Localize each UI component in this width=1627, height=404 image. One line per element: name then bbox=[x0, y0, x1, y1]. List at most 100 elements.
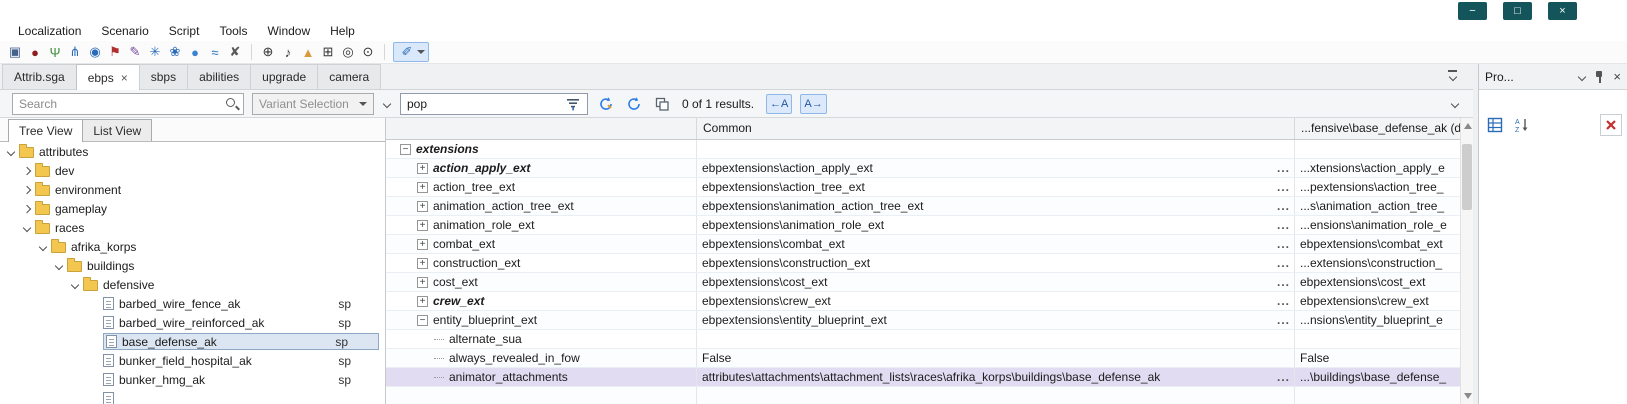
branch-icon[interactable]: ⋔ bbox=[65, 43, 85, 61]
ellipsis-button[interactable]: ... bbox=[1273, 256, 1294, 270]
tree-item[interactable]: barbed_wire_reinforced_ak sp bbox=[0, 313, 385, 332]
chevron-right-icon[interactable] bbox=[23, 185, 31, 193]
property-value-common[interactable]: ebpextensions\animation_role_ext... bbox=[697, 216, 1295, 234]
search-input[interactable] bbox=[19, 97, 225, 111]
grid-row[interactable]: +crew_ext ebpextensions\crew_ext... ebpe… bbox=[386, 292, 1460, 311]
ellipsis-button[interactable]: ... bbox=[1273, 313, 1294, 327]
menu-item-window[interactable]: Window bbox=[257, 22, 320, 40]
chevron-right-icon[interactable] bbox=[23, 204, 31, 212]
ellipsis-button[interactable]: ... bbox=[1273, 199, 1294, 213]
maximize-button[interactable]: □ bbox=[1503, 2, 1532, 20]
menu-item-localization[interactable]: Localization bbox=[8, 22, 91, 40]
tab-attrib-sga[interactable]: Attrib.sga bbox=[2, 64, 77, 89]
chevron-down-icon[interactable] bbox=[23, 223, 31, 231]
expander-icon[interactable]: + bbox=[417, 163, 428, 174]
flower-icon[interactable]: ❀ bbox=[165, 43, 185, 61]
slingshot-icon[interactable]: Ψ bbox=[45, 43, 65, 61]
property-value-common[interactable]: ebpextensions\cost_ext... bbox=[697, 273, 1295, 291]
grid-row-selected[interactable]: animator_attachments attributes\attachme… bbox=[386, 368, 1460, 387]
chevron-down-icon[interactable] bbox=[55, 261, 63, 269]
sync-all-icon[interactable] bbox=[624, 94, 644, 114]
property-value-file[interactable]: False bbox=[1295, 349, 1460, 367]
rings-icon[interactable]: ◎ bbox=[338, 43, 358, 61]
next-result-button[interactable]: A→ bbox=[800, 94, 826, 114]
clear-red-x-button[interactable] bbox=[1600, 114, 1622, 136]
burst-icon[interactable]: ✳ bbox=[145, 43, 165, 61]
expander-icon[interactable]: + bbox=[417, 277, 428, 288]
grid-row[interactable]: −extensions bbox=[386, 140, 1460, 159]
minimize-button[interactable]: − bbox=[1458, 2, 1487, 20]
paint-icon[interactable]: ● bbox=[25, 43, 45, 61]
grid-row[interactable]: alternate_sua bbox=[386, 330, 1460, 349]
expander-icon[interactable]: + bbox=[417, 239, 428, 250]
sync-selection-icon[interactable] bbox=[596, 94, 616, 114]
tree-item[interactable] bbox=[0, 389, 385, 404]
scroll-down-icon[interactable] bbox=[1464, 393, 1472, 399]
tree-item[interactable]: buildings bbox=[0, 256, 385, 275]
grid-row[interactable]: −entity_blueprint_ext ebpextensions\enti… bbox=[386, 311, 1460, 330]
tab-upgrade[interactable]: upgrade bbox=[250, 64, 318, 89]
tree-item[interactable]: defensive bbox=[0, 275, 385, 294]
tree-item[interactable]: bunker_hmg_ak sp bbox=[0, 370, 385, 389]
menu-item-tools[interactable]: Tools bbox=[209, 22, 257, 40]
tab-camera[interactable]: camera bbox=[317, 64, 381, 89]
tree-item[interactable]: dev bbox=[0, 161, 385, 180]
property-value-file[interactable]: ebpextensions\crew_ext bbox=[1295, 292, 1460, 310]
search-icon[interactable] bbox=[225, 97, 239, 111]
tab-overflow-icon[interactable] bbox=[1448, 70, 1457, 80]
property-value-common[interactable]: ebpextensions\crew_ext... bbox=[697, 292, 1295, 310]
expander-icon[interactable]: + bbox=[417, 258, 428, 269]
property-value-file[interactable] bbox=[1295, 140, 1460, 158]
grid-row[interactable]: +animation_action_tree_ext ebpextensions… bbox=[386, 197, 1460, 216]
tree-item[interactable]: races bbox=[0, 218, 385, 237]
close-icon[interactable]: × bbox=[121, 73, 128, 83]
sort-alphabetical-icon[interactable]: AZ bbox=[1511, 114, 1533, 136]
grid-row[interactable]: +combat_ext ebpextensions\combat_ext... … bbox=[386, 235, 1460, 254]
menu-item-scenario[interactable]: Scenario bbox=[91, 22, 158, 40]
expander-icon[interactable]: + bbox=[417, 201, 428, 212]
ellipsis-button[interactable]: ... bbox=[1273, 275, 1294, 289]
ellipsis-button[interactable]: ... bbox=[1273, 294, 1294, 308]
menu-item-help[interactable]: Help bbox=[320, 22, 365, 40]
chevron-down-icon[interactable] bbox=[417, 50, 425, 54]
prev-result-button[interactable]: ←A bbox=[766, 94, 792, 114]
tab-tree-view[interactable]: Tree View bbox=[8, 119, 83, 142]
tree-item[interactable]: afrika_korps bbox=[0, 237, 385, 256]
tab-abilities[interactable]: abilities bbox=[187, 64, 251, 89]
ellipsis-button[interactable]: ... bbox=[1273, 218, 1294, 232]
property-value-common[interactable]: ebpextensions\combat_ext... bbox=[697, 235, 1295, 253]
property-value-file[interactable]: ...ensions\animation_role_e bbox=[1295, 216, 1460, 234]
property-value-file[interactable]: ebpextensions\cost_ext bbox=[1295, 273, 1460, 291]
expander-icon[interactable]: + bbox=[417, 220, 428, 231]
terrain-icon[interactable]: ▲ bbox=[298, 43, 318, 61]
property-value-file[interactable]: ...\buildings\base_defense_ bbox=[1295, 368, 1460, 386]
property-value-common[interactable] bbox=[697, 140, 1295, 158]
scroll-up-icon[interactable] bbox=[1464, 123, 1472, 129]
tree-item-selected[interactable]: base_defense_ak sp bbox=[0, 332, 385, 351]
categorized-view-icon[interactable] bbox=[1484, 114, 1506, 136]
grid-scrollbar[interactable] bbox=[1460, 118, 1473, 404]
ellipsis-button[interactable]: ... bbox=[1273, 180, 1294, 194]
overflow-chevron-icon[interactable] bbox=[383, 99, 391, 107]
close-icon[interactable]: × bbox=[1613, 69, 1621, 84]
grid-row[interactable]: always_revealed_in_fow False False bbox=[386, 349, 1460, 368]
expander-icon[interactable]: − bbox=[400, 144, 411, 155]
flag-icon[interactable]: ⚑ bbox=[105, 43, 125, 61]
chevron-down-icon[interactable] bbox=[39, 242, 47, 250]
pen-icon[interactable]: ✎ bbox=[125, 43, 145, 61]
scrollbar-thumb[interactable] bbox=[1462, 144, 1472, 210]
grid-row[interactable]: +construction_ext ebpextensions\construc… bbox=[386, 254, 1460, 273]
waves-icon[interactable]: ≈ bbox=[205, 43, 225, 61]
chevron-down-icon[interactable] bbox=[7, 147, 15, 155]
tab-list-view[interactable]: List View bbox=[82, 119, 152, 141]
tree-item[interactable]: bunker_field_hospital_ak sp bbox=[0, 351, 385, 370]
tree-item[interactable]: environment bbox=[0, 180, 385, 199]
clock-icon[interactable]: ⊙ bbox=[358, 43, 378, 61]
property-value-common[interactable]: ebpextensions\construction_ext... bbox=[697, 254, 1295, 272]
tree-item[interactable]: gameplay bbox=[0, 199, 385, 218]
chevron-down-icon[interactable] bbox=[71, 280, 79, 288]
cascade-windows-icon[interactable] bbox=[652, 94, 672, 114]
ellipsis-button[interactable]: ... bbox=[1273, 237, 1294, 251]
property-value-common[interactable]: ebpextensions\action_apply_ext... bbox=[697, 159, 1295, 177]
property-value-file[interactable]: ebpextensions\combat_ext bbox=[1295, 235, 1460, 253]
